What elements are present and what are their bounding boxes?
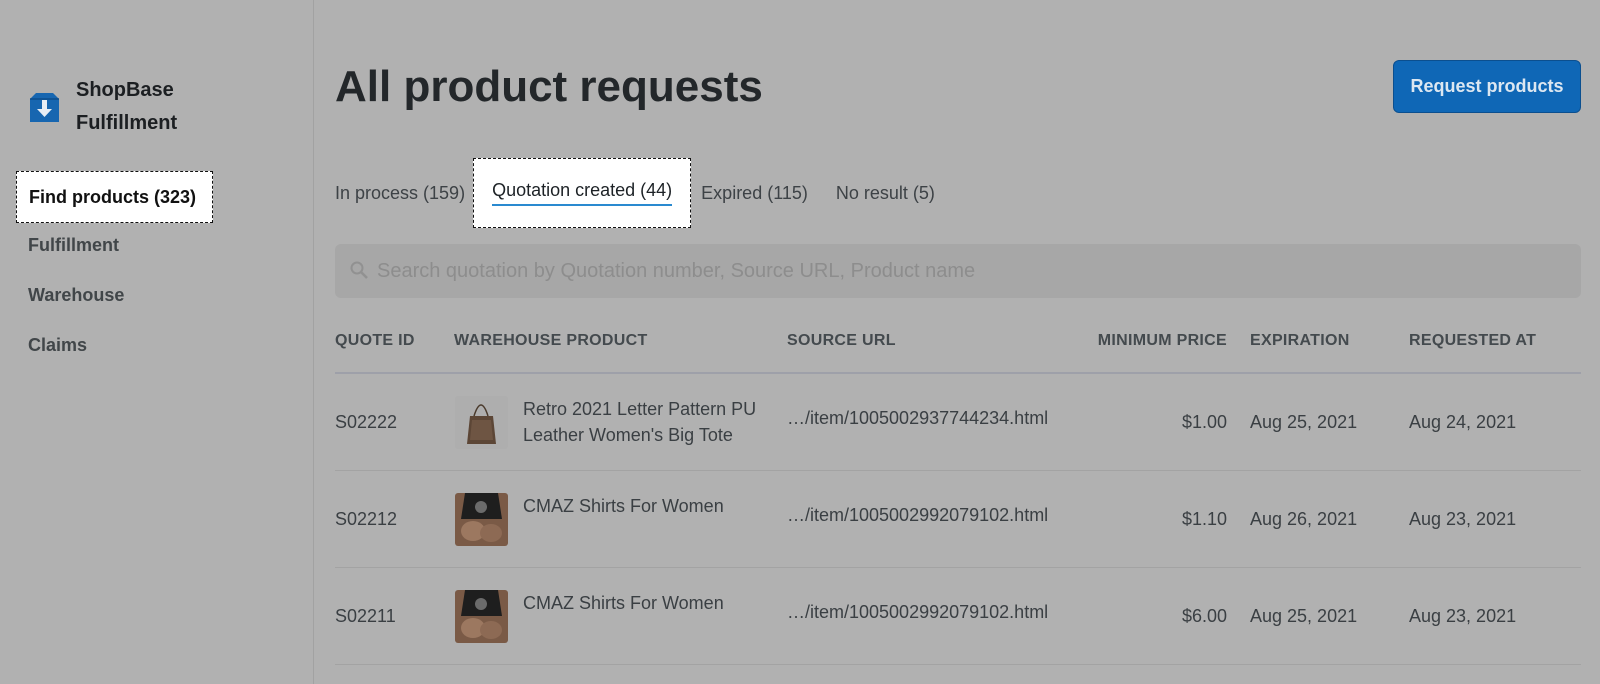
quote-id: S02212 bbox=[335, 509, 398, 529]
box-download-icon bbox=[28, 91, 61, 124]
source-url-link[interactable]: …/item/1005002937744234.html bbox=[787, 408, 1048, 429]
tote-bag-image bbox=[455, 396, 508, 449]
column-header-source-url[interactable]: SOURCE URL bbox=[787, 332, 896, 350]
search-input[interactable] bbox=[377, 259, 1581, 283]
minimum-price: $1.00 bbox=[1181, 412, 1227, 432]
tab-label: Quotation created (44) bbox=[492, 180, 673, 206]
source-url-link[interactable]: …/item/1005002992079102.html bbox=[787, 602, 1048, 623]
shirt-image bbox=[455, 493, 508, 546]
column-header-minimum-price[interactable]: MINIMUM PRICE bbox=[1098, 332, 1227, 350]
tab-no-result[interactable]: No result (5) bbox=[836, 158, 935, 228]
expiration-date: Aug 25, 2021 bbox=[1250, 606, 1358, 626]
brand-name: ShopBase bbox=[76, 79, 174, 101]
product-name[interactable]: CMAZ Shirts For Women bbox=[523, 493, 773, 519]
brand-subtitle: Fulfillment bbox=[76, 112, 178, 134]
table-row[interactable]: S02222 Retro 2021 Letter Pattern PU Leat… bbox=[335, 374, 1581, 471]
column-header-expiration[interactable]: EXPIRATION bbox=[1250, 332, 1350, 350]
tab-quotation-created[interactable]: Quotation created (44) bbox=[473, 158, 692, 228]
expiration-date: Aug 25, 2021 bbox=[1250, 412, 1358, 432]
tab-in-process[interactable]: In process (159) bbox=[335, 158, 465, 228]
table-row[interactable]: S02211 CMAZ Shirts For Women …/item/1005… bbox=[335, 568, 1581, 665]
sidebar-item-find-products[interactable]: Find products (323) bbox=[16, 171, 213, 223]
quote-id: S02222 bbox=[335, 412, 398, 432]
sidebar: ShopBase Fulfillment Find products (323)… bbox=[0, 0, 314, 684]
column-header-warehouse-product[interactable]: WAREHOUSE PRODUCT bbox=[454, 332, 648, 350]
sidebar-nav: Find products (323) Fulfillment Warehous… bbox=[16, 171, 296, 373]
request-products-button[interactable]: Request products bbox=[1393, 60, 1581, 113]
minimum-price: $1.10 bbox=[1181, 509, 1227, 529]
brand[interactable]: ShopBase Fulfillment bbox=[28, 74, 177, 140]
table-row[interactable]: S02212 CMAZ Shirts For Women …/item/1005… bbox=[335, 471, 1581, 568]
quote-id: S02211 bbox=[335, 606, 396, 626]
sidebar-item-claims[interactable]: Claims bbox=[16, 323, 296, 367]
tab-expired[interactable]: Expired (115) bbox=[701, 158, 808, 228]
sidebar-item-warehouse[interactable]: Warehouse bbox=[16, 273, 296, 317]
quotation-table: QUOTE ID WAREHOUSE PRODUCT SOURCE URL MI… bbox=[335, 318, 1581, 665]
search-bar bbox=[335, 244, 1581, 298]
product-name[interactable]: CMAZ Shirts For Women bbox=[523, 590, 773, 616]
search-icon bbox=[349, 260, 371, 282]
sidebar-item-fulfillment[interactable]: Fulfillment bbox=[16, 223, 296, 267]
expiration-date: Aug 26, 2021 bbox=[1250, 509, 1358, 529]
table-header: QUOTE ID WAREHOUSE PRODUCT SOURCE URL MI… bbox=[335, 318, 1581, 374]
column-header-quote-id[interactable]: QUOTE ID bbox=[335, 332, 415, 350]
column-header-requested-at[interactable]: REQUESTED AT bbox=[1409, 332, 1536, 350]
requested-date: Aug 24, 2021 bbox=[1409, 412, 1517, 432]
requested-date: Aug 23, 2021 bbox=[1409, 509, 1517, 529]
source-url-link[interactable]: …/item/1005002992079102.html bbox=[787, 505, 1048, 526]
minimum-price: $6.00 bbox=[1181, 606, 1227, 626]
tab-bar: In process (159) Quotation created (44) … bbox=[335, 158, 963, 228]
product-name[interactable]: Retro 2021 Letter Pattern PU Leather Wom… bbox=[523, 396, 773, 448]
shirt-image bbox=[455, 590, 508, 643]
page-title: All product requests bbox=[335, 62, 763, 111]
requested-date: Aug 23, 2021 bbox=[1409, 606, 1517, 626]
